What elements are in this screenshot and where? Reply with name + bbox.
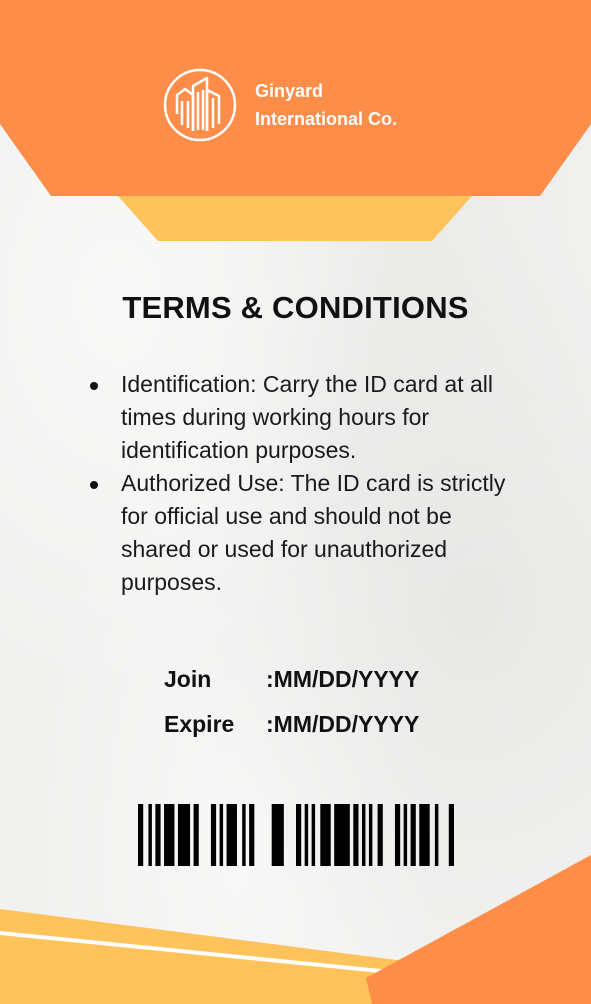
barcode-bar (434, 804, 439, 866)
barcode-bar (304, 804, 309, 866)
company-name-line2: International Co. (255, 109, 398, 129)
barcode-bar (148, 804, 152, 866)
footer-band (366, 855, 591, 1004)
barcode-bar (448, 804, 454, 866)
company-name-line1: Ginyard (255, 81, 324, 101)
join-date-row: Join :MM/DD/YYYY (164, 662, 419, 707)
terms-item: Authorized Use: The ID card is strictly … (90, 467, 510, 599)
barcode-bar (334, 804, 350, 866)
barcode-bar (226, 804, 237, 866)
expire-value: :MM/DD/YYYY (266, 711, 420, 737)
barcode-bar (164, 804, 175, 866)
join-value: :MM/DD/YYYY (266, 666, 420, 692)
barcode-bar (353, 804, 359, 866)
barcode-bar (403, 804, 408, 866)
barcode-bar (419, 804, 430, 866)
bullet-icon (90, 382, 98, 390)
barcode-bar (249, 804, 255, 866)
bullet-icon (90, 481, 98, 489)
barcode-bar (311, 804, 316, 866)
barcode-icon (138, 804, 454, 866)
expire-label: Expire (164, 711, 235, 737)
barcode-bar (361, 804, 366, 866)
barcode-bar (177, 804, 191, 866)
terms-item-text: Identification: Carry the ID card at all… (121, 371, 493, 463)
barcode-bar (394, 804, 401, 866)
company-name: Ginyard International Co. (255, 77, 397, 133)
barcode-bar (296, 804, 302, 866)
id-card-back: Ginyard International Co. TERMS & CONDIT… (0, 0, 591, 1004)
barcode-bar (271, 804, 284, 866)
barcode-bar (242, 804, 246, 866)
terms-list: Identification: Carry the ID card at all… (90, 368, 510, 599)
buildings-logo-icon (163, 68, 237, 142)
barcode-bar (377, 804, 383, 866)
header-accent-band (118, 196, 472, 241)
barcode-bar (219, 804, 224, 866)
barcode-bar (155, 804, 161, 866)
terms-item: Identification: Carry the ID card at all… (90, 368, 510, 467)
barcode-bar (410, 804, 416, 866)
brand-header: Ginyard International Co. (163, 68, 397, 142)
barcode-bar (138, 804, 144, 866)
barcode-bar (368, 804, 373, 866)
validity-dates: Join :MM/DD/YYYY Expire :MM/DD/YYYY (164, 662, 419, 752)
terms-item-text: Authorized Use: The ID card is strictly … (121, 470, 506, 595)
barcode-bar (193, 804, 199, 866)
barcode-bar (320, 804, 331, 866)
terms-title: TERMS & CONDITIONS (122, 290, 469, 325)
expire-date-row: Expire :MM/DD/YYYY (164, 707, 419, 752)
join-label: Join (164, 666, 212, 692)
barcode-bar (210, 804, 217, 866)
